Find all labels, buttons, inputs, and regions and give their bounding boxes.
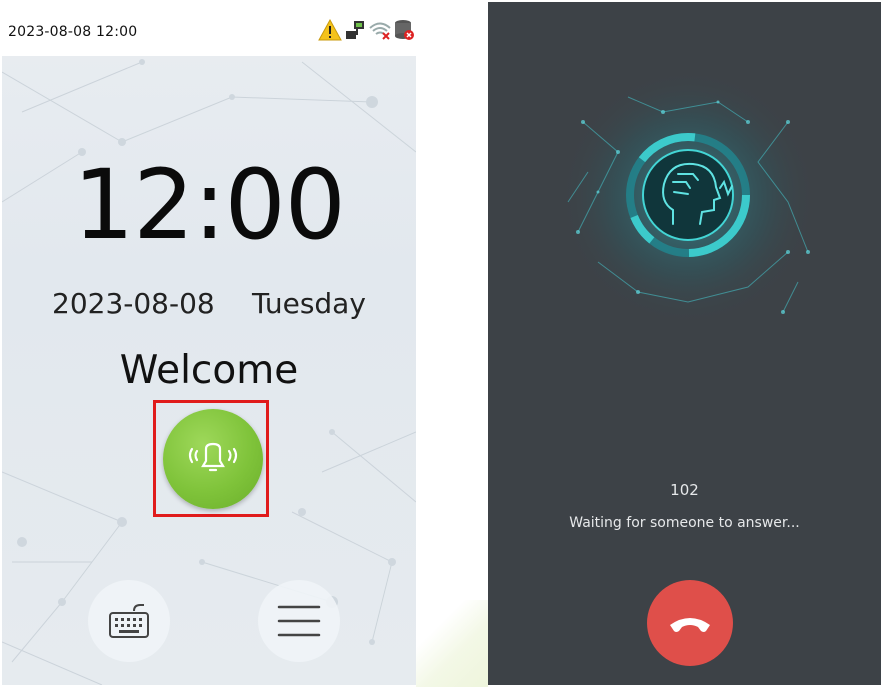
status-datetime: 2023-08-08 12:00 <box>8 24 138 40</box>
clock-display: 12:00 <box>73 149 346 261</box>
phone-hangup-icon <box>670 618 710 632</box>
date-display: 2023-08-08 <box>52 287 215 320</box>
call-status-text: Waiting for someone to answer... <box>569 515 800 531</box>
welcome-message: Welcome <box>119 348 299 393</box>
weekday-display: Tuesday <box>252 287 366 320</box>
menu-button[interactable] <box>258 580 340 662</box>
doorbell-call-button[interactable] <box>163 409 263 509</box>
menu-icon <box>277 605 321 637</box>
keyboard-button[interactable] <box>88 580 170 662</box>
network-icon <box>346 21 364 39</box>
extension-number: 102 <box>670 481 699 499</box>
decorative-corner <box>416 600 488 687</box>
calling-screen: 102 Waiting for someone to answer... <box>488 2 881 685</box>
wifi-disconnected-icon <box>369 22 391 40</box>
bell-ringing-icon <box>188 442 238 472</box>
keyboard-icon <box>109 604 149 638</box>
status-icons <box>318 16 414 44</box>
warning-icon <box>318 19 342 41</box>
network-pattern-background <box>2 59 416 685</box>
database-icon <box>395 20 414 40</box>
idle-screen: 2023-08-08 12:00 12:00 2023-08-08 Tuesda… <box>2 2 416 685</box>
status-bar: 2023-08-08 12:00 <box>2 2 416 56</box>
hangup-button[interactable] <box>647 580 733 666</box>
